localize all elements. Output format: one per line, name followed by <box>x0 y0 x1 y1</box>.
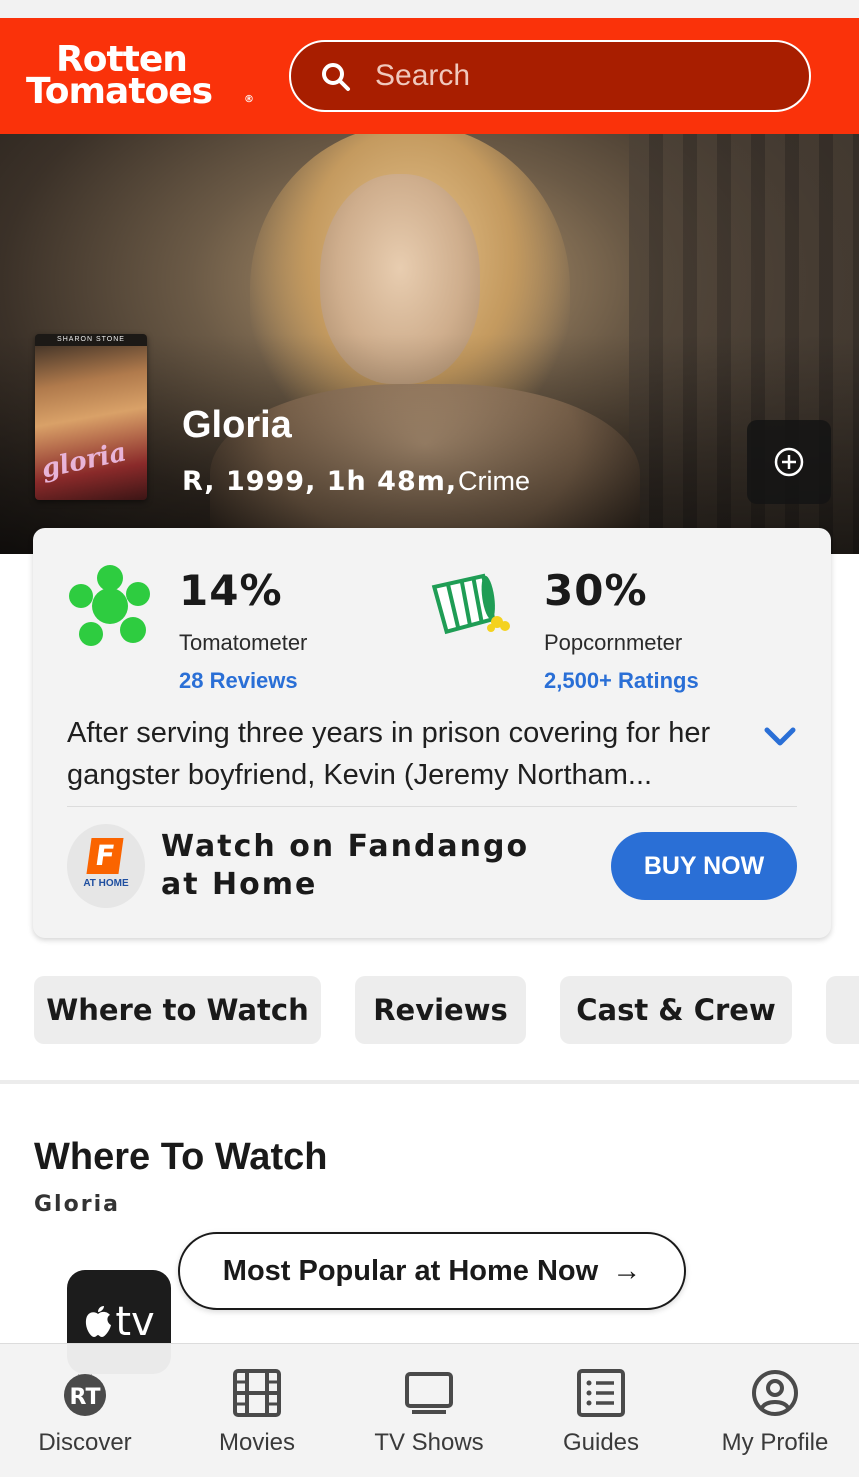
synopsis-text[interactable]: After serving three years in prison cove… <box>67 712 757 796</box>
popcornmeter-value: 30% <box>544 566 648 615</box>
provider-name: tv <box>115 1299 155 1345</box>
logo-line-2: Tomatoes <box>26 71 213 112</box>
nav-tv-shows[interactable]: TV Shows <box>354 1368 504 1457</box>
movie-meta: R, 1999, 1h 48m, <box>182 466 458 497</box>
splat-icon <box>69 565 150 646</box>
nav-my-profile[interactable]: My Profile <box>700 1368 850 1457</box>
fandango-at-home-icon: F AT HOME <box>67 824 145 908</box>
movie-title: Gloria <box>182 404 292 446</box>
section-tabs: Where to Watch Reviews Cast & Crew <box>34 976 859 1044</box>
tomatometer-reviews-link[interactable]: 28 Reviews <box>179 668 298 694</box>
fandango-icon-caption: AT HOME <box>83 878 129 889</box>
nav-label: My Profile <box>721 1429 829 1456</box>
fandango-letter: F <box>86 838 124 874</box>
film-icon <box>233 1369 281 1417</box>
where-to-watch-title: Where To Watch <box>34 1136 328 1178</box>
profile-icon <box>752 1370 798 1416</box>
chevron-down-icon[interactable] <box>763 720 797 754</box>
section-divider <box>0 1080 859 1084</box>
watch-on-fandango-text: Watch on Fandango at Home <box>161 829 530 902</box>
movie-genre: Crime <box>458 466 530 496</box>
nav-label: Discover <box>38 1429 132 1456</box>
tomatometer-value: 14% <box>179 566 283 615</box>
tab-reviews[interactable]: Reviews <box>355 976 526 1044</box>
card-divider <box>67 806 797 807</box>
spilled-popcorn-icon <box>431 573 510 635</box>
nav-label: Guides <box>562 1429 640 1456</box>
bottom-navigation: RT Discover Movies TV Shows Guides My Pr… <box>0 1343 859 1477</box>
apple-icon <box>86 1306 112 1337</box>
add-to-watchlist-button[interactable] <box>747 420 831 504</box>
arrow-right-icon: → <box>612 1254 642 1287</box>
nav-label: TV Shows <box>374 1429 484 1456</box>
tab-where-to-watch[interactable]: Where to Watch <box>34 976 321 1044</box>
search-bar[interactable] <box>289 40 811 112</box>
nav-movies[interactable]: Movies <box>182 1368 332 1457</box>
tomatometer-score[interactable]: 14% Tomatometer 28 Reviews <box>33 528 413 698</box>
popcornmeter-label: Popcornmeter <box>544 630 683 655</box>
buy-now-button[interactable]: BUY NOW <box>611 832 797 900</box>
nav-label: Movies <box>218 1429 296 1456</box>
nav-guides[interactable]: Guides <box>526 1368 676 1457</box>
poster-title: gloria <box>38 437 130 485</box>
tab-more[interactable] <box>826 976 859 1044</box>
nav-discover[interactable]: RT Discover <box>10 1368 160 1457</box>
svg-text:RT: RT <box>70 1385 101 1410</box>
movie-poster[interactable]: SHARON STONE gloria <box>35 334 147 500</box>
tv-icon <box>405 1372 453 1414</box>
status-strip <box>0 0 859 18</box>
rt-logo-icon: RT <box>64 1374 106 1416</box>
popcornmeter-score[interactable]: 30% Popcornmeter 2,500+ Ratings <box>413 528 813 698</box>
rotten-tomatoes-logo[interactable]: Rotten Tomatoes ® <box>26 42 256 114</box>
search-input[interactable] <box>375 56 775 96</box>
logo-registered-mark: ® <box>244 94 254 105</box>
score-card: 14% Tomatometer 28 Reviews 30% Popcornme… <box>33 528 831 938</box>
where-to-watch-subtitle: Gloria <box>34 1192 120 1217</box>
header: Rotten Tomatoes ® <box>0 18 859 134</box>
poster-top-text: SHARON STONE <box>35 334 147 346</box>
tomatometer-label: Tomatometer <box>179 630 308 655</box>
list-icon <box>577 1369 625 1417</box>
search-icon <box>322 63 350 91</box>
popcornmeter-ratings-link[interactable]: 2,500+ Ratings <box>544 668 699 694</box>
tab-cast-crew[interactable]: Cast & Crew <box>560 976 792 1044</box>
plus-circle-icon <box>774 447 804 477</box>
most-popular-label: Most Popular at Home Now <box>222 1254 599 1287</box>
most-popular-at-home-button[interactable]: Most Popular at Home Now → <box>178 1232 686 1310</box>
